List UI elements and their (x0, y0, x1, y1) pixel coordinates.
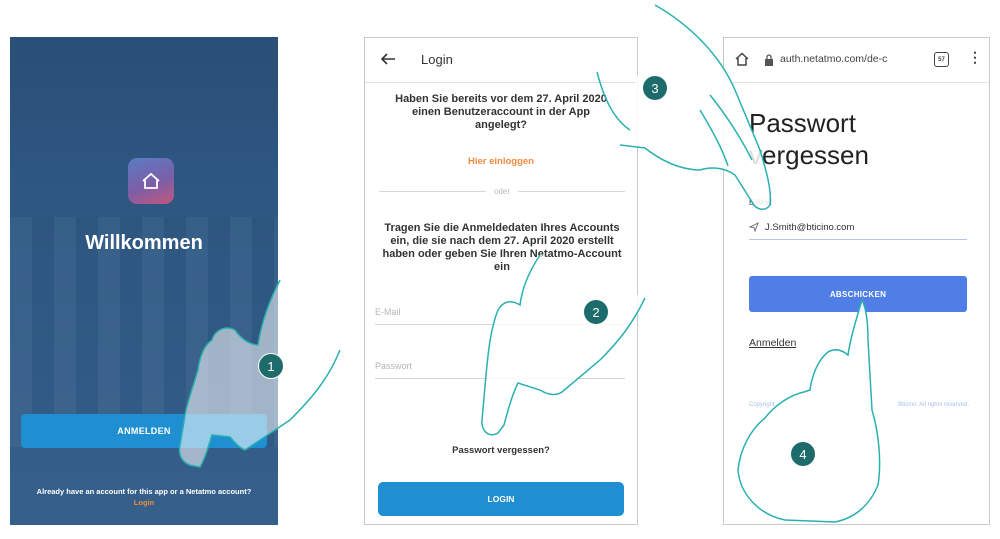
hier-einloggen-link[interactable]: Hier einloggen (365, 156, 637, 167)
copyright-left: Copyright (749, 402, 775, 408)
email-field[interactable]: J.Smith@bticino.com (749, 215, 967, 240)
tabs-icon[interactable]: 57 (934, 52, 949, 67)
browser-toolbar: auth.netatmo.com/de-c 57 ⋮ (724, 38, 989, 83)
separator-label: oder (494, 186, 511, 196)
forgot-password-link[interactable]: Passwort vergessen? (365, 445, 637, 456)
email-label: E-Mail (749, 198, 772, 207)
login-screen: Login Haben Sie bereits vor dem 27. Apri… (364, 37, 638, 525)
or-separator: oder (379, 185, 626, 197)
step-badge-2: 2 (583, 299, 609, 325)
copyright-right: Bticino. All rights reserved. (898, 402, 969, 408)
password-reset-screen: auth.netatmo.com/de-c 57 ⋮ Passwort verg… (723, 37, 990, 525)
password-field[interactable]: Passwort (375, 354, 625, 379)
send-icon (749, 222, 759, 232)
anmelden-link[interactable]: Anmelden (749, 337, 796, 349)
step-badge-3: 3 (642, 75, 668, 101)
credentials-description: Tragen Sie die Anmeldedaten Ihres Accoun… (382, 222, 622, 273)
login-button[interactable]: LOGIN (378, 482, 624, 516)
menu-dots-icon[interactable]: ⋮ (968, 49, 982, 66)
url-bar[interactable]: auth.netatmo.com/de-c (780, 53, 887, 65)
app-bar: Login (365, 38, 637, 83)
submit-button[interactable]: ABSCHICKEN (749, 276, 967, 312)
app-logo-icon (128, 158, 174, 204)
email-value: J.Smith@bticino.com (765, 221, 855, 233)
page-title: Login (421, 52, 453, 67)
title-line-1: Passwort (749, 108, 856, 138)
copyright-footer: Copyright Bticino. All rights reserved. (749, 402, 969, 408)
anmelden-button[interactable]: ANMELDEN (21, 414, 267, 448)
step-badge-1: 1 (258, 353, 284, 379)
welcome-screen: Willkommen ANMELDEN Already have an acco… (10, 37, 278, 525)
welcome-title: Willkommen (85, 232, 203, 254)
login-link[interactable]: Login (10, 498, 278, 507)
home-icon[interactable] (734, 51, 750, 67)
title-line-2: vergessen (749, 140, 869, 170)
page-title: Passwort vergessen (749, 107, 949, 171)
lock-icon (765, 54, 773, 66)
existing-account-question: Haben Sie bereits vor dem 27. April 2020… (395, 93, 607, 131)
back-arrow-icon[interactable] (379, 50, 397, 68)
step-badge-4: 4 (790, 441, 816, 467)
existing-account-text: Already have an account for this app or … (36, 487, 252, 496)
